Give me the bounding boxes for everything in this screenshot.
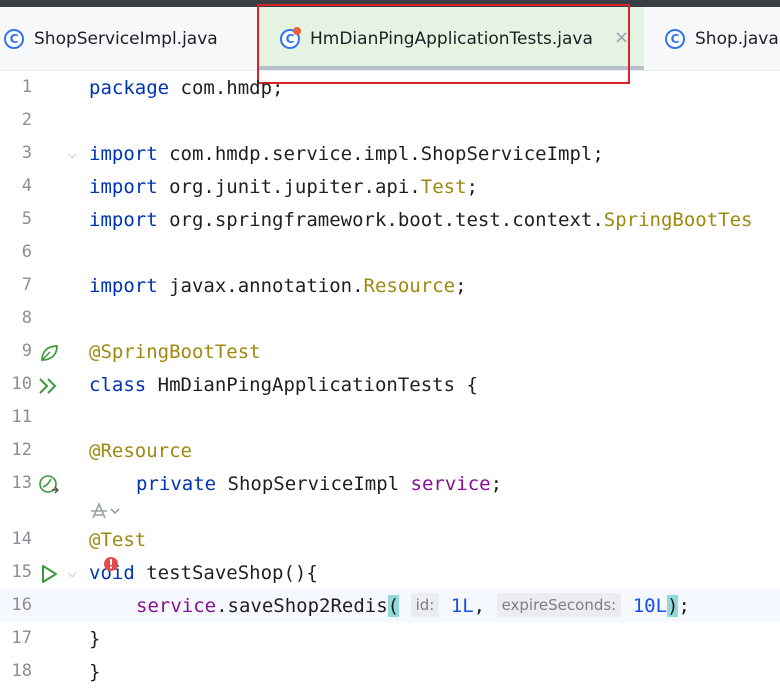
editor-gutter: 1 2 3 4 5 6 7 8 9 10 11 12 13 14 15 16 1… [0,71,78,685]
spring-leaf-icon[interactable] [38,342,60,364]
line-number: 2 [21,110,32,130]
chevron-down-icon [110,508,120,515]
code-line-18: } [89,661,101,683]
line-number: 3 [21,143,32,163]
class-run-icon: C [280,26,301,49]
code-line-17: } [89,628,101,650]
line-number: 8 [21,308,32,328]
fold-chevron-icon[interactable]: ⌵ [68,567,76,581]
line-number: 7 [21,275,32,295]
active-tab-indicator [258,66,644,70]
code-line-7: import javax.annotation.Resource; [89,275,467,297]
line-number: 11 [11,407,32,427]
line-number: 18 [11,661,32,681]
line-number: 5 [21,209,32,229]
line-number: 12 [11,440,32,460]
class-icon: C [4,28,24,49]
code-line-15: void testSaveShop(){ [89,562,318,584]
run-test-icon[interactable] [38,563,60,585]
code-editor[interactable]: package com.hmdp; import com.hmdp.servic… [89,71,780,685]
code-line-14: @Test [89,529,147,551]
code-line-1: package com.hmdp; [89,77,284,99]
line-number: 6 [21,242,32,262]
ai-assistant-icon[interactable] [89,501,121,521]
tab-label: HmDianPingApplicationTests.java [310,28,593,49]
class-icon: C [665,28,685,49]
line-number: 1 [21,77,32,97]
line-number: 17 [11,628,32,648]
line-number: 10 [11,374,32,394]
tab-label: ShopServiceImpl.java [34,28,218,49]
line-number: 14 [11,529,32,549]
code-line-9: @SpringBootTest [89,341,261,363]
code-line-4: import org.junit.jupiter.api.Test; [89,176,478,198]
parameter-hint: id: [410,593,440,617]
line-number: 13 [11,473,32,493]
close-icon[interactable]: × [614,27,629,48]
tab-shopserviceimpl[interactable]: C ShopServiceImpl.java [4,7,218,70]
error-warning-icon[interactable] [103,556,119,581]
code-line-12: @Resource [89,440,192,462]
line-number: 4 [21,176,32,196]
tab-shop[interactable]: C Shop.java [665,7,779,70]
code-line-13: private ShopServiceImpl service; [136,473,503,495]
bean-injection-icon[interactable] [38,474,60,496]
run-marker-icon [293,26,301,35]
window-top-strip [0,0,780,7]
fold-chevron-icon[interactable]: ⌵ [68,148,76,162]
code-line-5: import org.springframework.boot.test.con… [89,209,753,231]
line-number: 15 [11,562,32,582]
code-line-3: import com.hmdp.service.impl.ShopService… [89,143,604,165]
tab-hmdianpingapplicationtests[interactable]: C HmDianPingApplicationTests.java × [258,7,644,70]
editor-tab-bar: C ShopServiceImpl.java C HmDianPingAppli… [0,7,780,71]
line-number: 16 [11,595,32,615]
run-all-tests-icon[interactable] [38,375,60,397]
tab-label: Shop.java [695,28,779,49]
code-line-10: class HmDianPingApplicationTests { [89,374,478,396]
parameter-hint: expireSeconds: [496,593,622,617]
code-line-16: service.saveShop2Redis( id: 1L, expireSe… [136,593,690,617]
line-number: 9 [21,341,32,361]
